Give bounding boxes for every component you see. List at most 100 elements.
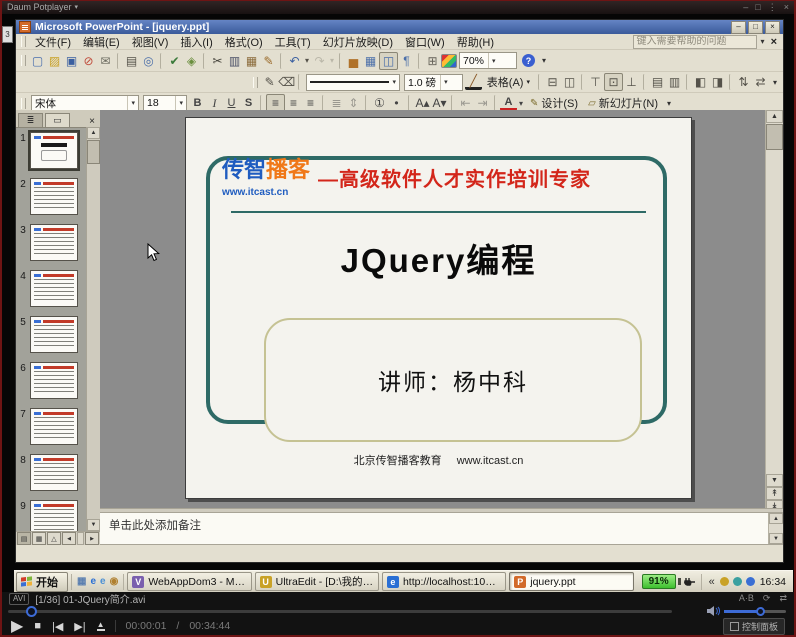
menu-window[interactable]: 窗口(W) (399, 34, 451, 50)
ppt-restore-icon[interactable]: □ (748, 21, 763, 34)
zoom-combo[interactable]: 70% ▾ (459, 52, 517, 69)
thumbnail-preview[interactable] (30, 408, 78, 445)
zoom-caret-icon[interactable]: ▾ (488, 53, 496, 68)
increase-font-button[interactable]: A▴ (414, 95, 431, 111)
format-painter-icon[interactable]: ✎ (260, 53, 277, 69)
font-name-combo[interactable]: 宋体 ▾ (31, 95, 139, 112)
italic-button[interactable]: I (206, 95, 223, 111)
align-top-icon[interactable]: ⊤ (587, 74, 604, 90)
toolbar-options-icon[interactable]: ▾ (773, 78, 777, 87)
line-style-combo[interactable]: ▾ (306, 74, 400, 91)
underline-button[interactable]: U (223, 95, 240, 111)
control-panel-button[interactable]: 控制面板 (723, 618, 785, 635)
fill-left-icon[interactable]: ◧ (692, 74, 709, 90)
next-button[interactable]: ▶| (74, 620, 85, 633)
toolbar-options-icon[interactable]: ▾ (667, 99, 671, 108)
font-color-button[interactable]: A (500, 95, 517, 111)
thumbnail-preview[interactable] (30, 224, 78, 261)
volume-thumb[interactable] (756, 607, 765, 616)
volume-slider[interactable] (724, 610, 786, 613)
copy-icon[interactable]: ▥ (226, 53, 243, 69)
menu-file[interactable]: 文件(F) (29, 34, 77, 50)
split-cells-icon[interactable]: ◫ (561, 74, 578, 90)
open-icon[interactable]: ▨ (46, 53, 63, 69)
menu-tools[interactable]: 工具(T) (269, 34, 317, 50)
color-grayscale-icon[interactable] (441, 54, 457, 68)
volume-icon[interactable] (707, 606, 720, 616)
line-style-caret-icon[interactable]: ▾ (393, 78, 397, 86)
thumbnail-6[interactable]: 6 (16, 362, 86, 401)
menu-edit[interactable]: 编辑(E) (77, 34, 126, 50)
expand-all-icon[interactable]: ¶ (398, 53, 415, 69)
spelling-icon[interactable]: ✔ (166, 53, 183, 69)
scroll-up-icon[interactable]: ▲ (766, 110, 783, 123)
align-right-button[interactable]: ≡ (302, 95, 319, 111)
center-vertical-icon[interactable]: ⊡ (604, 73, 623, 91)
slideshow-view-button[interactable]: △ (47, 532, 61, 545)
new-icon[interactable]: ▢ (29, 53, 46, 69)
toolbar-handle[interactable] (21, 98, 26, 109)
bullets-button[interactable]: • (388, 95, 405, 111)
thumbnail-3[interactable]: 3 (16, 224, 86, 263)
shuffle-icon[interactable]: ⇄ (779, 593, 787, 604)
decrease-font-button[interactable]: A▾ (431, 95, 448, 111)
ab-repeat-icon[interactable]: A·B (739, 593, 754, 604)
document-close-icon[interactable]: × (771, 36, 777, 48)
hscroll-left-icon[interactable]: ◀ (62, 532, 76, 545)
increase-indent-button[interactable]: ⇥ (474, 95, 491, 111)
research-icon[interactable]: ◈ (183, 53, 200, 69)
thumbnail-5[interactable]: 5 (16, 316, 86, 355)
menubar-handle[interactable] (21, 36, 26, 47)
tables-borders-icon[interactable]: ◫ (379, 52, 398, 70)
slide-canvas[interactable]: 传智播客 www.itcast.cn —高级软件人才实作培训专家 JQuery编… (185, 117, 692, 499)
line-weight-caret-icon[interactable]: ▾ (440, 75, 448, 90)
save-icon[interactable]: ▣ (63, 53, 80, 69)
email-icon[interactable]: ✉ (97, 53, 114, 69)
ppt-minimize-icon[interactable]: – (731, 21, 746, 34)
pane-close-icon[interactable]: × (86, 116, 98, 127)
previous-slide-button[interactable]: ↟ (766, 487, 783, 500)
eject-button[interactable]: ▲ (97, 621, 105, 631)
menu-format[interactable]: 格式(O) (219, 34, 269, 50)
pane-scroll-down-icon[interactable]: ▼ (87, 519, 100, 531)
tray-key-icon[interactable] (720, 577, 729, 586)
repeat-icon[interactable]: ⟳ (763, 593, 771, 604)
show-grid-icon[interactable]: ⊞ (424, 53, 441, 69)
permission-icon[interactable]: ⊘ (80, 53, 97, 69)
notes-scrollbar[interactable]: ▲ ▼ (768, 513, 783, 544)
thumbnail-preview[interactable] (30, 270, 78, 307)
thumbnail-8[interactable]: 8 (16, 454, 86, 493)
paste-icon[interactable]: ▦ (243, 53, 260, 69)
cut-icon[interactable]: ✂ (209, 53, 226, 69)
menu-help[interactable]: 帮助(H) (451, 34, 500, 50)
design-button[interactable]: ✎ 设计(S) (525, 95, 583, 111)
thumbnail-1[interactable]: 1 (16, 132, 86, 171)
player-close-icon[interactable]: × (784, 2, 789, 13)
task-jquery-ppt[interactable]: P jquery.ppt (509, 572, 633, 591)
fill-right-icon[interactable]: ◨ (709, 74, 726, 90)
align-bottom-icon[interactable]: ⊥ (623, 74, 640, 90)
player-maximize-icon[interactable]: □ (755, 2, 760, 13)
hscroll-track[interactable] (77, 532, 84, 545)
thumbnail-preview[interactable] (30, 178, 78, 215)
ppt-close-icon[interactable]: × (765, 21, 780, 34)
tray-network-icon[interactable] (746, 577, 755, 586)
pane-scroll-thumb[interactable] (87, 140, 100, 164)
helpbox-caret-icon[interactable]: ▾ (761, 37, 765, 46)
ppt-titlebar[interactable]: Microsoft PowerPoint - [jquery.ppt] –□× (16, 20, 783, 34)
show-desktop-icon[interactable]: ▦ (77, 576, 86, 587)
video-area[interactable]: 3 Microsoft PowerPoint - [jquery.ppt] –□… (2, 14, 794, 592)
thumbnail-preview[interactable] (30, 454, 78, 491)
normal-view-button[interactable]: ▤ (17, 532, 31, 545)
thumbnail-preview[interactable] (30, 316, 78, 353)
border-color-icon[interactable]: ╱ (465, 74, 482, 90)
main-scrollbar[interactable]: ▲ ▼ ↟ ↡ (765, 110, 783, 513)
help-question-box[interactable]: 键入需要帮助的问题 (633, 35, 757, 49)
stop-button[interactable]: ■ (34, 620, 41, 632)
font-size-caret-icon[interactable]: ▾ (175, 96, 183, 111)
numbering-button[interactable]: ① (371, 95, 388, 111)
new-slide-button[interactable]: ▱ 新幻灯片(N) (583, 95, 663, 111)
toolbar-handle[interactable] (253, 77, 258, 88)
line-spacing-button[interactable]: ⇕ (345, 95, 362, 111)
slide-edit-area[interactable]: 传智播客 www.itcast.cn —高级软件人才实作培训专家 JQuery编… (100, 110, 765, 508)
